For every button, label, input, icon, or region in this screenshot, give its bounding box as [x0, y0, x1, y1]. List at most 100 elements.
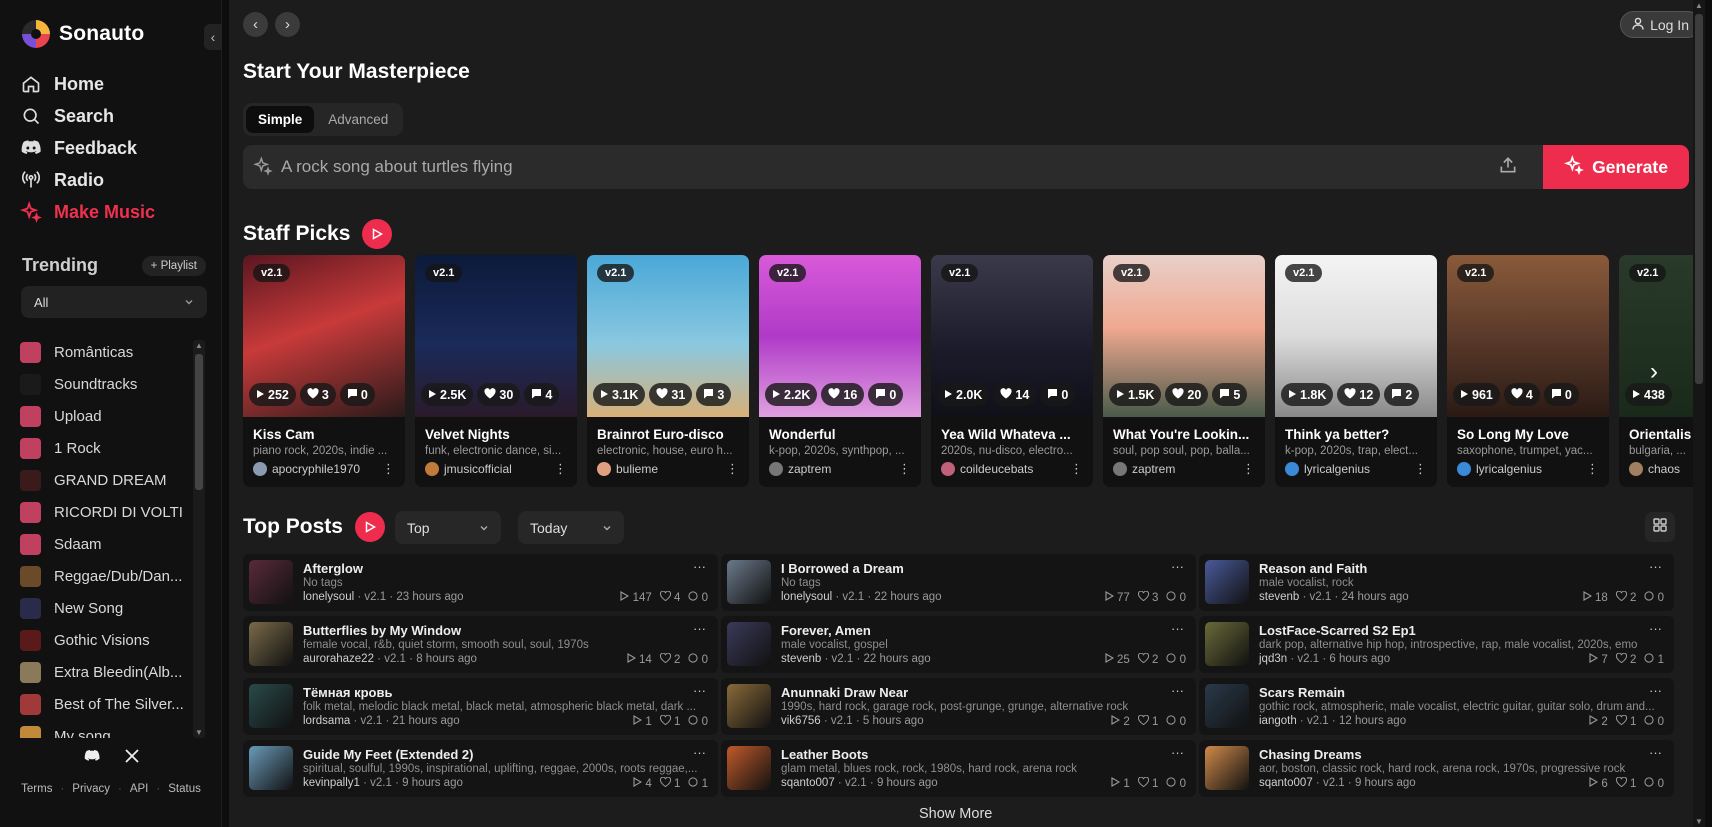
- more-options-icon[interactable]: ⋮: [898, 461, 911, 477]
- song-author[interactable]: jmusicofficial: [425, 462, 512, 476]
- more-options-icon[interactable]: ···: [1649, 683, 1662, 698]
- post-thumbnail[interactable]: [727, 684, 771, 728]
- playlist-item[interactable]: RICORDI DI VOLTI: [20, 496, 190, 528]
- post-title[interactable]: Guide My Feet (Extended 2): [303, 747, 473, 762]
- more-options-icon[interactable]: ···: [693, 559, 706, 574]
- terms-link[interactable]: Terms: [21, 783, 52, 795]
- more-options-icon[interactable]: ⋮: [382, 461, 395, 477]
- playlist-item[interactable]: 1 Rock: [20, 432, 190, 464]
- song-author[interactable]: zaptrem: [769, 462, 831, 476]
- tab-advanced[interactable]: Advanced: [316, 106, 400, 133]
- song-author[interactable]: apocryphile1970: [253, 462, 360, 476]
- song-card[interactable]: v2.1 252 3 0 Kiss Cam piano rock, 2020s, indi…: [243, 255, 405, 487]
- playlist-item[interactable]: Reggae/Dub/Dan...: [20, 560, 190, 592]
- post-row[interactable]: I Borrowed a Dream No tags lonelysoul · v2…: [721, 554, 1196, 611]
- playlist-scrollbar[interactable]: ▲ ▼: [193, 340, 205, 738]
- post-row[interactable]: Anunnaki Draw Near 1990s, hard rock, gara…: [721, 678, 1196, 735]
- playlist-item[interactable]: GRAND DREAM: [20, 464, 190, 496]
- more-options-icon[interactable]: ···: [1171, 621, 1184, 636]
- post-row[interactable]: Chasing Dreams aor, boston, classic rock,…: [1199, 740, 1674, 797]
- nav-home[interactable]: Home: [20, 68, 155, 100]
- playlist-item[interactable]: Extra Bleedin(Alb...: [20, 656, 190, 688]
- scrollbar-thumb[interactable]: [195, 354, 203, 490]
- scrollbar-thumb[interactable]: [1695, 14, 1703, 384]
- page-scrollbar[interactable]: ▲ ▼: [1693, 0, 1705, 827]
- post-author[interactable]: iangoth: [1259, 715, 1297, 727]
- song-title[interactable]: So Long My Love: [1457, 427, 1602, 442]
- carousel-next-icon[interactable]: ›: [1650, 358, 1658, 386]
- more-options-icon[interactable]: ⋮: [726, 461, 739, 477]
- more-options-icon[interactable]: ···: [1649, 559, 1662, 574]
- post-thumbnail[interactable]: [1205, 560, 1249, 604]
- brand[interactable]: Sonauto: [22, 20, 144, 48]
- add-playlist-button[interactable]: + Playlist: [141, 255, 206, 276]
- song-title[interactable]: Yea Wild Whateva ...: [941, 427, 1086, 442]
- more-options-icon[interactable]: ···: [693, 621, 706, 636]
- more-options-icon[interactable]: ⋮: [1414, 461, 1427, 477]
- prompt-input[interactable]: [281, 145, 1381, 189]
- nav-search[interactable]: Search: [20, 100, 155, 132]
- x-icon[interactable]: [125, 749, 139, 768]
- tab-simple[interactable]: Simple: [246, 106, 315, 133]
- post-thumbnail[interactable]: [727, 746, 771, 790]
- post-title[interactable]: LostFace-Scarred S2 Ep1: [1259, 623, 1416, 638]
- range-select[interactable]: Today: [518, 511, 624, 544]
- generate-button[interactable]: Generate: [1543, 145, 1689, 189]
- api-link[interactable]: API: [130, 783, 149, 795]
- post-row[interactable]: Тёмная кровь folk metal, melodic black me…: [243, 678, 718, 735]
- playlist-item[interactable]: My song: [20, 720, 190, 738]
- post-author[interactable]: vik6756: [781, 715, 821, 727]
- more-options-icon[interactable]: ···: [1649, 621, 1662, 636]
- playlist-item[interactable]: Upload: [20, 400, 190, 432]
- post-row[interactable]: Forever, Amen male vocalist, gospel steven…: [721, 616, 1196, 673]
- post-row[interactable]: Guide My Feet (Extended 2) spiritual, sou…: [243, 740, 718, 797]
- playlist-item[interactable]: Românticas: [20, 336, 190, 368]
- playlist-item[interactable]: Best of The Silver...: [20, 688, 190, 720]
- more-options-icon[interactable]: ···: [1171, 683, 1184, 698]
- post-thumbnail[interactable]: [249, 622, 293, 666]
- scroll-down-icon[interactable]: ▼: [1695, 817, 1703, 826]
- more-options-icon[interactable]: ···: [1171, 559, 1184, 574]
- post-title[interactable]: Forever, Amen: [781, 623, 871, 638]
- song-card[interactable]: v2.1 1.8K 12 2 Think ya better? k-pop, 2020s,…: [1275, 255, 1437, 487]
- song-title[interactable]: What You're Lookin...: [1113, 427, 1258, 442]
- back-button[interactable]: ‹: [243, 12, 268, 37]
- song-title[interactable]: Velvet Nights: [425, 427, 570, 442]
- more-options-icon[interactable]: ···: [693, 745, 706, 760]
- scroll-up-icon[interactable]: ▲: [195, 341, 203, 350]
- post-title[interactable]: Chasing Dreams: [1259, 747, 1362, 762]
- post-author[interactable]: sqanto007: [1259, 777, 1313, 789]
- scroll-up-icon[interactable]: ▲: [1695, 1, 1703, 10]
- post-author[interactable]: aurorahaze22: [303, 653, 374, 665]
- post-title[interactable]: Тёмная кровь: [303, 685, 392, 700]
- post-author[interactable]: sqanto007: [781, 777, 835, 789]
- playlist-item[interactable]: Sdaam: [20, 528, 190, 560]
- song-author[interactable]: coildeucebats: [941, 462, 1033, 476]
- status-link[interactable]: Status: [168, 783, 201, 795]
- sort-select[interactable]: Top: [395, 511, 501, 544]
- post-row[interactable]: Scars Remain gothic rock, atmospheric, ma…: [1199, 678, 1674, 735]
- post-author[interactable]: stevenb: [781, 653, 821, 665]
- play-top-posts-button[interactable]: [354, 512, 385, 542]
- playlist-item[interactable]: New Song: [20, 592, 190, 624]
- collapse-sidebar-button[interactable]: ‹: [204, 24, 222, 50]
- song-author[interactable]: lyricalgenius: [1285, 462, 1370, 476]
- song-card[interactable]: v2.1 1.5K 20 5 What You're Lookin... soul, po…: [1103, 255, 1265, 487]
- upload-icon[interactable]: [1498, 155, 1518, 180]
- song-author[interactable]: chaos: [1629, 462, 1680, 476]
- post-author[interactable]: lordsama: [303, 715, 350, 727]
- discord-icon[interactable]: [83, 749, 101, 768]
- playlist-item[interactable]: Gothic Visions: [20, 624, 190, 656]
- post-row[interactable]: LostFace-Scarred S2 Ep1 dark pop, alterna…: [1199, 616, 1674, 673]
- song-card[interactable]: v2.1 3.1K 31 3 Brainrot Euro-disco electronic…: [587, 255, 749, 487]
- post-title[interactable]: I Borrowed a Dream: [781, 561, 904, 576]
- post-author[interactable]: lonelysoul: [781, 591, 832, 603]
- post-row[interactable]: Afterglow No tags lonelysoul · v2.1 · 23 h…: [243, 554, 718, 611]
- post-thumbnail[interactable]: [1205, 622, 1249, 666]
- post-title[interactable]: Leather Boots: [781, 747, 868, 762]
- show-more-button[interactable]: Show More: [919, 806, 992, 822]
- more-options-icon[interactable]: ···: [1171, 745, 1184, 760]
- song-title[interactable]: Orientalis: [1629, 427, 1695, 442]
- post-thumbnail[interactable]: [1205, 746, 1249, 790]
- nav-make-music[interactable]: Make Music: [20, 196, 155, 228]
